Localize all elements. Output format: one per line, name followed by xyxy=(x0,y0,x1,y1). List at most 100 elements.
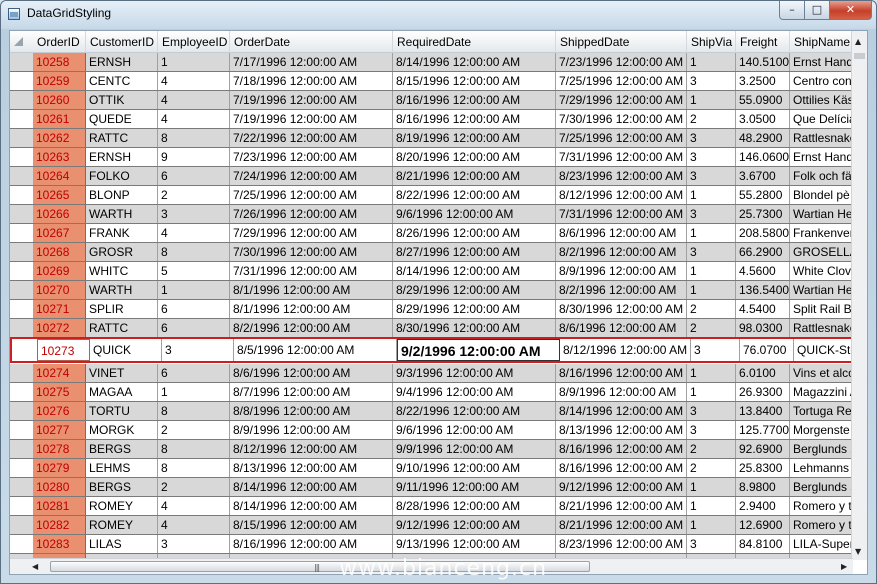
cell-shipvia[interactable]: 3 xyxy=(687,243,736,261)
cell-shipvia[interactable]: 1 xyxy=(687,281,736,299)
column-header-orderid[interactable]: OrderID xyxy=(33,31,86,53)
cell-employeeid[interactable]: 4 xyxy=(158,110,230,128)
cell-requireddate[interactable]: 8/14/1996 12:00:00 AM xyxy=(393,262,556,280)
cell-orderid[interactable]: 10270 xyxy=(33,281,86,299)
cell-orderdate[interactable]: 7/25/1996 12:00:00 AM xyxy=(230,186,393,204)
cell-orderid[interactable]: 10281 xyxy=(33,497,86,515)
cell-customerid[interactable]: CENTC xyxy=(86,72,158,90)
cell-shipvia[interactable]: 2 xyxy=(687,459,736,477)
table-row[interactable]: 10276 TORTU 8 8/8/1996 12:00:00 AM 8/22/1996… xyxy=(10,402,852,421)
cell-orderdate[interactable]: 8/7/1996 12:00:00 AM xyxy=(230,383,393,401)
cell-shipname[interactable]: Tortuga Re xyxy=(790,402,852,420)
cell-shipname[interactable]: Frankenver xyxy=(790,224,852,242)
column-header-shipname[interactable]: ShipName xyxy=(790,31,852,53)
cell-customerid[interactable]: LILAS xyxy=(86,535,158,553)
cell-shipname[interactable]: Morgenste xyxy=(790,421,852,439)
cell-customerid[interactable]: BERGS xyxy=(86,440,158,458)
cell-employeeid[interactable]: 4 xyxy=(158,224,230,242)
cell-shipvia[interactable]: 3 xyxy=(687,535,736,553)
cell-shipvia[interactable]: 2 xyxy=(687,440,736,458)
cell-orderid[interactable]: 10264 xyxy=(33,167,86,185)
cell-shipname[interactable]: Que Delícia xyxy=(790,110,852,128)
table-row[interactable]: 10274 VINET 6 8/6/1996 12:00:00 AM 9/3/1996 … xyxy=(10,364,852,383)
cell-shipvia[interactable]: 1 xyxy=(687,262,736,280)
cell-employeeid[interactable]: 4 xyxy=(158,72,230,90)
cell-requireddate[interactable]: 9/13/1996 12:00:00 AM xyxy=(393,535,556,553)
cell-employeeid[interactable]: 6 xyxy=(158,300,230,318)
cell-employeeid[interactable]: 3 xyxy=(158,535,230,553)
cell-shippeddate[interactable]: 8/9/1996 12:00:00 AM xyxy=(556,262,687,280)
cell-orderdate[interactable]: 8/14/1996 12:00:00 AM xyxy=(230,478,393,496)
table-row[interactable]: 10267 FRANK 4 7/29/1996 12:00:00 AM 8/26/199… xyxy=(10,224,852,243)
cell-employeeid[interactable]: 3 xyxy=(162,339,234,361)
cell-freight[interactable]: 25.8300 xyxy=(736,459,790,477)
cell-freight[interactable]: 66.2900 xyxy=(736,243,790,261)
cell-freight[interactable]: 4.5400 xyxy=(736,300,790,318)
cell-customerid[interactable]: RATTC xyxy=(86,319,158,337)
cell-shipname[interactable]: Berglunds s xyxy=(790,478,852,496)
cell-shippeddate[interactable]: 8/2/1996 12:00:00 AM xyxy=(556,243,687,261)
cell-shipname[interactable]: Ernst Hand xyxy=(790,148,852,166)
cell-shipname[interactable]: Romero y t xyxy=(790,497,852,515)
table-row[interactable]: 10270 WARTH 1 8/1/1996 12:00:00 AM 8/29/1996… xyxy=(10,281,852,300)
cell-shipname[interactable]: Ernst Hand xyxy=(790,53,852,71)
cell-requireddate[interactable]: 8/29/1996 12:00:00 AM xyxy=(393,300,556,318)
cell-employeeid[interactable]: 4 xyxy=(158,516,230,534)
table-row[interactable]: 10277 MORGK 2 8/9/1996 12:00:00 AM 9/6/1996 … xyxy=(10,421,852,440)
cell-customerid[interactable]: ERNSH xyxy=(86,53,158,71)
cell-requireddate[interactable]: 8/28/1996 12:00:00 AM xyxy=(393,497,556,515)
cell-customerid[interactable]: FRANK xyxy=(86,224,158,242)
cell-employeeid[interactable]: 5 xyxy=(158,262,230,280)
cell-shipvia[interactable]: 1 xyxy=(687,364,736,382)
cell-orderid[interactable]: 10265 xyxy=(33,186,86,204)
cell-shippeddate[interactable]: 8/12/1996 12:00:00 AM xyxy=(560,339,691,361)
cell-orderid[interactable]: 10267 xyxy=(33,224,86,242)
cell-freight[interactable]: 76.0700 xyxy=(740,339,794,361)
table-row[interactable]: 10275 MAGAA 1 8/7/1996 12:00:00 AM 9/4/1996 … xyxy=(10,383,852,402)
cell-employeeid[interactable]: 4 xyxy=(158,91,230,109)
table-row-selected[interactable]: 10273 QUICK 3 8/5/1996 12:00:00 AM 9/2/1996 … xyxy=(10,337,867,363)
table-row[interactable]: 10263 ERNSH 9 7/23/1996 12:00:00 AM 8/20/199… xyxy=(10,148,852,167)
cell-shipname[interactable]: Magazzini A xyxy=(790,383,852,401)
cell-requireddate[interactable]: 9/6/1996 12:00:00 AM xyxy=(393,205,556,223)
cell-requireddate[interactable]: 8/22/1996 12:00:00 AM xyxy=(393,186,556,204)
cell-shippeddate[interactable]: 7/31/1996 12:00:00 AM xyxy=(556,205,687,223)
cell-shippeddate[interactable]: 8/14/1996 12:00:00 AM xyxy=(556,402,687,420)
cell-freight[interactable]: 25.7300 xyxy=(736,205,790,223)
cell-customerid[interactable]: TORTU xyxy=(86,402,158,420)
cell-shipname[interactable]: Romero y t xyxy=(790,516,852,534)
cell-shipvia[interactable]: 2 xyxy=(687,110,736,128)
cell-employeeid[interactable]: 6 xyxy=(158,364,230,382)
cell-employeeid[interactable]: 6 xyxy=(158,167,230,185)
cell-freight[interactable]: 140.5100 xyxy=(736,53,790,71)
cell-employeeid[interactable]: 8 xyxy=(158,243,230,261)
scroll-up-arrow-icon[interactable]: ▲ xyxy=(855,37,861,46)
cell-customerid[interactable]: VINET xyxy=(86,364,158,382)
cell-customerid[interactable]: GROSR xyxy=(86,243,158,261)
cell-shipname[interactable]: Blondel pè xyxy=(790,186,852,204)
cell-shipvia[interactable]: 1 xyxy=(687,186,736,204)
cell-orderid[interactable]: 10279 xyxy=(33,459,86,477)
cell-requireddate[interactable]: 8/30/1996 12:00:00 AM xyxy=(393,319,556,337)
cell-employeeid[interactable]: 9 xyxy=(158,148,230,166)
table-row[interactable]: 10282 ROMEY 4 8/15/1996 12:00:00 AM 9/12/199… xyxy=(10,516,852,535)
table-row[interactable]: 10279 LEHMS 8 8/13/1996 12:00:00 AM 9/10/199… xyxy=(10,459,852,478)
table-row[interactable]: 10271 SPLIR 6 8/1/1996 12:00:00 AM 8/29/1996… xyxy=(10,300,852,319)
cell-shipvia[interactable]: 3 xyxy=(691,339,740,361)
cell-freight[interactable]: 3.6700 xyxy=(736,167,790,185)
cell-shippeddate[interactable]: 8/6/1996 12:00:00 AM xyxy=(556,224,687,242)
cell-requireddate[interactable]: 8/16/1996 12:00:00 AM xyxy=(393,110,556,128)
cell-shippeddate[interactable]: 8/30/1996 12:00:00 AM xyxy=(556,300,687,318)
cell-orderdate[interactable]: 7/26/1996 12:00:00 AM xyxy=(230,205,393,223)
cell-freight[interactable]: 8.9800 xyxy=(736,478,790,496)
cell-orderid[interactable]: 10282 xyxy=(33,516,86,534)
cell-employeeid[interactable]: 2 xyxy=(158,186,230,204)
table-row[interactable]: 10278 BERGS 8 8/12/1996 12:00:00 AM 9/9/1996… xyxy=(10,440,852,459)
select-all-corner-icon[interactable] xyxy=(14,37,23,46)
cell-shipvia[interactable]: 3 xyxy=(687,402,736,420)
cell-freight[interactable]: 92.6900 xyxy=(736,440,790,458)
cell-orderdate[interactable]: 8/15/1996 12:00:00 AM xyxy=(230,516,393,534)
cell-requireddate[interactable]: 9/11/1996 12:00:00 AM xyxy=(393,478,556,496)
cell-orderdate[interactable]: 7/29/1996 12:00:00 AM xyxy=(230,224,393,242)
table-row[interactable]: 10269 WHITC 5 7/31/1996 12:00:00 AM 8/14/199… xyxy=(10,262,852,281)
